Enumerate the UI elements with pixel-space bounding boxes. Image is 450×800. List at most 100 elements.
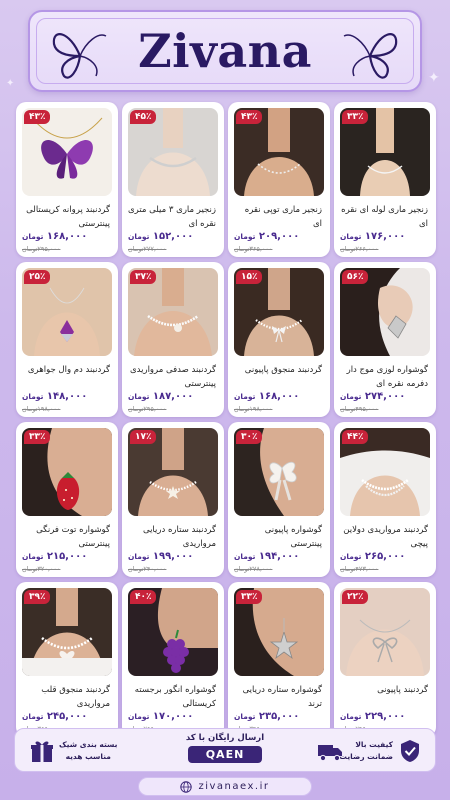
product-price: ۲۲۹,۰۰۰ تومان (340, 711, 405, 722)
product-price: ۲۴۵,۰۰۰ تومان (22, 711, 87, 722)
product-grid: ۳۳٪ زنجیر ماری لوله ای نقره ای ۱۷۶,۰۰۰ ت… (14, 102, 436, 737)
product-name[interactable]: گردنبند منجوق قلب مرواریدی (22, 683, 110, 711)
product-card[interactable]: ۳۷٪ گردنبند صدفی مرواریدی پینترستی ۱۸۷,۰… (122, 262, 224, 417)
sparkle-icon: ✦ (428, 70, 440, 86)
discount-badge: ۴۳٪ (236, 110, 263, 124)
discount-badge: ۳۷٪ (130, 270, 157, 284)
product-card[interactable]: ۳۳٪ زنجیر ماری لوله ای نقره ای ۱۷۶,۰۰۰ ت… (334, 102, 436, 257)
sparkle-icon: ✦ (6, 78, 15, 89)
product-card[interactable]: ۲۵٪ گردنبند دم وال جواهری ۱۴۸,۰۰۰ تومان … (16, 262, 118, 417)
original-price: ۱۹۸,۰۰۰تومان (234, 405, 273, 413)
product-price: ۱۷۰,۰۰۰ تومان (128, 711, 193, 722)
product-name[interactable]: زنجیر ماری ۳ میلی متری نقره ای (128, 203, 216, 231)
price-value: ۲۶۵,۰۰۰ (364, 551, 406, 562)
product-price: ۱۹۴,۰۰۰ تومان (234, 551, 299, 562)
product-card[interactable]: ۲۲٪ گردنبند پاپیونی ۲۲۹,۰۰۰ تومان ۲۹۵,۰۰… (334, 582, 436, 737)
original-price: ۳۲۰,۰۰۰تومان (22, 565, 61, 573)
discount-code[interactable]: QAEN (187, 746, 263, 763)
original-price: ۲۶۶,۰۰۰تومان (340, 245, 379, 253)
shipping-feature (311, 735, 349, 767)
product-name[interactable]: زنجیر ماری لوله ای نقره ای (340, 203, 428, 231)
product-price: ۱۶۸,۰۰۰ تومان (234, 391, 299, 402)
price-value: ۱۸۷,۰۰۰ (152, 391, 194, 402)
product-name[interactable]: گوشواره توت فرنگی پینترستی (22, 523, 110, 551)
currency-label: تومان (234, 712, 256, 721)
product-card[interactable]: ۱۵٪ گردنبند منجوق پاپیونی ۱۶۸,۰۰۰ تومان … (228, 262, 330, 417)
gift-title: بسته بندی شیک (59, 740, 118, 749)
product-name[interactable]: گوشواره ستاره دریایی ترند (234, 683, 322, 711)
discount-badge: ۲۵٪ (24, 270, 51, 284)
price-value: ۱۹۹,۰۰۰ (152, 551, 194, 562)
gift-feature: بسته بندی شیک مناسب هدیه (25, 735, 117, 767)
product-card[interactable]: ۴۰٪ گوشواره انگور برجسته کریستالی ۱۷۰,۰۰… (122, 582, 224, 737)
currency-label: تومان (22, 552, 44, 561)
original-price: ۱۹۸,۰۰۰تومان (22, 405, 61, 413)
price-value: ۱۷۰,۰۰۰ (152, 711, 194, 722)
currency-label: تومان (234, 392, 256, 401)
currency-label: تومان (340, 232, 362, 241)
price-value: ۱۴۸,۰۰۰ (46, 391, 88, 402)
discount-badge: ۳۳٪ (236, 590, 263, 604)
price-value: ۱۶۸,۰۰۰ (46, 231, 88, 242)
product-price: ۲۶۵,۰۰۰ تومان (340, 551, 405, 562)
currency-label: تومان (128, 392, 150, 401)
product-card[interactable]: ۴۳٪ زنجیر ماری توپی نقره ای ۲۰۹,۰۰۰ توما… (228, 102, 330, 257)
discount-badge: ۱۵٪ (236, 270, 263, 284)
free-shipping-promo: ارسال رایگان با کد QAEN (165, 733, 285, 769)
price-value: ۱۵۲,۰۰۰ (152, 231, 194, 242)
product-price: ۱۴۸,۰۰۰ تومان (22, 391, 87, 402)
product-name[interactable]: گردنبند پاپیونی (340, 683, 428, 711)
price-value: ۲۳۵,۰۰۰ (258, 711, 300, 722)
discount-badge: ۳۹٪ (24, 590, 51, 604)
features-bar: کیفیت بالا ضمانت رضایت ارسال رایگان با ک… (14, 728, 436, 772)
price-value: ۱۹۴,۰۰۰ (258, 551, 300, 562)
product-card[interactable]: ۵۶٪ گوشواره لوزی موج دار دفرمه نقره ای ۲… (334, 262, 436, 417)
product-name[interactable]: گوشواره پاپیونی پینترستی (234, 523, 322, 551)
product-card[interactable]: ۳۰٪ گوشواره پاپیونی پینترستی ۱۹۴,۰۰۰ توم… (228, 422, 330, 577)
product-name[interactable]: گوشواره انگور برجسته کریستالی (128, 683, 216, 711)
product-name[interactable]: گردنبند ستاره دریایی مرواریدی (128, 523, 216, 551)
product-card[interactable]: ۳۳٪ گوشواره توت فرنگی پینترستی ۲۱۵,۰۰۰ ت… (16, 422, 118, 577)
original-price: ۴۹۵,۰۰۰تومان (340, 405, 379, 413)
product-price: ۲۷۴,۰۰۰ تومان (340, 391, 405, 402)
currency-label: تومان (128, 552, 150, 561)
currency-label: تومان (340, 392, 362, 401)
product-price: ۲۰۹,۰۰۰ تومان (234, 231, 299, 242)
free-shipping-label: ارسال رایگان با کد (185, 733, 265, 743)
currency-label: تومان (234, 232, 256, 241)
product-card[interactable]: ۴۳٪ گردنبند پروانه کریستالی پینترستی ۱۶۸… (16, 102, 118, 257)
product-card[interactable]: ۳۳٪ گوشواره ستاره دریایی ترند ۲۳۵,۰۰۰ تو… (228, 582, 330, 737)
product-card[interactable]: ۱۷٪ گردنبند ستاره دریایی مرواریدی ۱۹۹,۰۰… (122, 422, 224, 577)
product-name[interactable]: زنجیر ماری توپی نقره ای (234, 203, 322, 231)
currency-label: تومان (340, 712, 362, 721)
original-price: ۲۹۵,۰۰۰تومان (22, 245, 61, 253)
product-card[interactable]: ۴۴٪ گردنبند مرواریدی دولاین پیچی ۲۶۵,۰۰۰… (334, 422, 436, 577)
discount-badge: ۴۵٪ (130, 110, 157, 124)
product-name[interactable]: گردنبند مرواریدی دولاین پیچی (340, 523, 428, 551)
product-name[interactable]: گردنبند دم وال جواهری (22, 363, 110, 391)
currency-label: تومان (340, 552, 362, 561)
product-card[interactable]: ۴۵٪ زنجیر ماری ۳ میلی متری نقره ای ۱۵۲,۰… (122, 102, 224, 257)
truck-icon (318, 745, 342, 762)
price-value: ۲۰۹,۰۰۰ (258, 231, 300, 242)
original-price: ۲۴۰,۰۰۰تومان (128, 565, 167, 573)
product-name[interactable]: گوشواره لوزی موج دار دفرمه نقره ای (340, 363, 428, 391)
product-price: ۱۹۹,۰۰۰ تومان (128, 551, 193, 562)
website-link[interactable]: zivanaex.ir (138, 777, 312, 796)
website-url: zivanaex.ir (198, 781, 270, 792)
original-price: ۴۷۳,۰۰۰تومان (340, 565, 379, 573)
product-name[interactable]: گردنبند پروانه کریستالی پینترستی (22, 203, 110, 231)
product-name[interactable]: گردنبند منجوق پاپیونی (234, 363, 322, 391)
product-price: ۲۱۵,۰۰۰ تومان (22, 551, 87, 562)
discount-badge: ۴۳٪ (24, 110, 51, 124)
price-value: ۲۷۴,۰۰۰ (364, 391, 406, 402)
gift-subtitle: مناسب هدیه (65, 752, 111, 761)
price-value: ۲۲۹,۰۰۰ (364, 711, 406, 722)
currency-label: تومان (22, 712, 44, 721)
product-price: ۲۳۵,۰۰۰ تومان (234, 711, 299, 722)
original-price: ۲۹۵,۰۰۰تومان (128, 405, 167, 413)
product-name[interactable]: گردنبند صدفی مرواریدی پینترستی (128, 363, 216, 391)
product-card[interactable]: ۳۹٪ گردنبند منجوق قلب مرواریدی ۲۴۵,۰۰۰ ت… (16, 582, 118, 737)
discount-badge: ۱۷٪ (130, 430, 157, 444)
price-value: ۲۴۵,۰۰۰ (46, 711, 88, 722)
